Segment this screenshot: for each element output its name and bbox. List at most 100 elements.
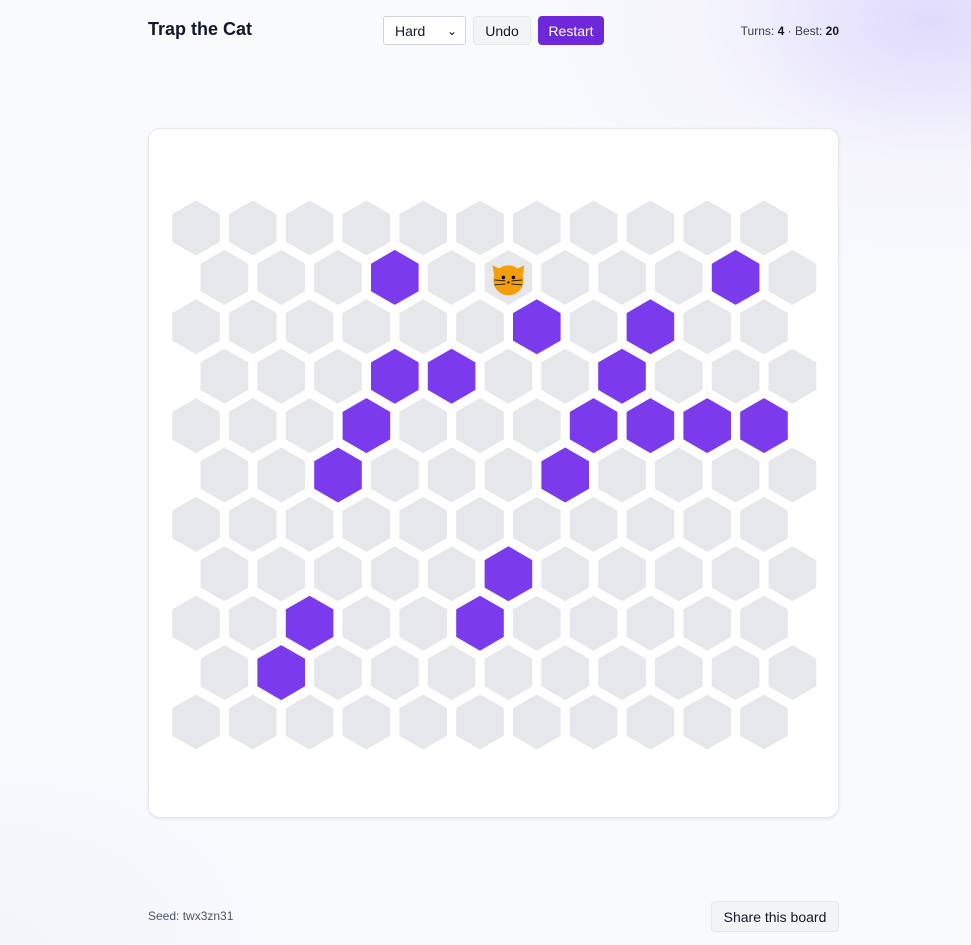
hex-cell[interactable]	[626, 200, 675, 256]
hex-cell[interactable]	[655, 348, 703, 404]
hex-cell[interactable]	[257, 348, 305, 404]
hex-cell[interactable]	[229, 694, 277, 750]
hex-cell[interactable]	[683, 496, 731, 552]
hex-cell[interactable]	[541, 645, 589, 701]
hex-cell[interactable]	[569, 496, 618, 552]
hex-cell[interactable]	[172, 496, 220, 552]
hex-cell[interactable]	[683, 694, 731, 750]
hex-cell[interactable]	[655, 447, 703, 503]
hex-cell[interactable]	[513, 200, 561, 256]
hex-cell[interactable]	[569, 299, 618, 355]
hex-cell[interactable]	[569, 595, 618, 651]
hex-cell[interactable]	[598, 447, 646, 503]
hex-cell[interactable]	[427, 546, 476, 602]
hex-cell[interactable]	[683, 200, 731, 256]
hex-cell[interactable]	[484, 645, 533, 701]
hex-cell[interactable]	[626, 496, 675, 552]
hex-cell[interactable]	[513, 398, 561, 454]
hex-cell[interactable]	[399, 595, 447, 651]
hex-cell[interactable]	[172, 694, 220, 750]
hex-cell[interactable]	[229, 200, 277, 256]
hex-cell[interactable]	[598, 546, 646, 602]
hex-cell[interactable]	[456, 299, 504, 355]
difficulty-select[interactable]: Hard ⌄	[383, 16, 466, 45]
hex-cell[interactable]	[569, 200, 618, 256]
hex-cell[interactable]	[172, 595, 220, 651]
hex-cell[interactable]	[399, 496, 447, 552]
hex-cell[interactable]	[655, 249, 703, 305]
hex-cell[interactable]	[200, 348, 249, 404]
hex-cell[interactable]	[200, 645, 249, 701]
hex-cell[interactable]	[768, 249, 817, 305]
hex-cell[interactable]	[513, 694, 561, 750]
hex-cell[interactable]	[740, 694, 788, 750]
hex-cell[interactable]	[456, 496, 504, 552]
hex-cell[interactable]	[740, 496, 788, 552]
hex-cell[interactable]	[541, 348, 589, 404]
hex-cell[interactable]	[740, 595, 788, 651]
hex-cell[interactable]	[200, 546, 249, 602]
hex-cell[interactable]	[285, 200, 334, 256]
hex-cell[interactable]	[655, 546, 703, 602]
hex-cell[interactable]	[484, 447, 533, 503]
hex-cell[interactable]	[768, 348, 817, 404]
hex-cell[interactable]	[768, 447, 817, 503]
hex-cell[interactable]	[314, 546, 362, 602]
hex-cell[interactable]	[285, 694, 334, 750]
hex-cell[interactable]	[342, 595, 391, 651]
hex-cell[interactable]	[285, 299, 334, 355]
hex-cell[interactable]	[484, 348, 533, 404]
hex-cell[interactable]	[427, 447, 476, 503]
hex-cell[interactable]	[257, 249, 305, 305]
hex-cell[interactable]	[342, 694, 391, 750]
hex-cell[interactable]	[626, 694, 675, 750]
hex-cell[interactable]	[711, 645, 760, 701]
hex-cell[interactable]	[314, 348, 362, 404]
hex-cell[interactable]	[399, 200, 447, 256]
hex-cell[interactable]	[456, 398, 504, 454]
hex-cell[interactable]	[285, 496, 334, 552]
hex-cell[interactable]	[427, 249, 476, 305]
hex-cell[interactable]	[285, 398, 334, 454]
hex-cell[interactable]	[342, 200, 391, 256]
hex-cell[interactable]	[683, 595, 731, 651]
hex-cell[interactable]	[399, 299, 447, 355]
hex-cell[interactable]	[541, 546, 589, 602]
hex-cell[interactable]	[342, 299, 391, 355]
hex-cell[interactable]	[541, 249, 589, 305]
hex-cell[interactable]	[456, 694, 504, 750]
hex-cell[interactable]	[229, 398, 277, 454]
hex-cell[interactable]	[456, 200, 504, 256]
hex-cell[interactable]	[257, 447, 305, 503]
hex-cell[interactable]	[711, 348, 760, 404]
hex-cell[interactable]	[399, 694, 447, 750]
hex-cell[interactable]	[740, 299, 788, 355]
hex-cell[interactable]	[768, 645, 817, 701]
hex-cell[interactable]	[371, 645, 419, 701]
hex-cell[interactable]	[172, 398, 220, 454]
hex-cell[interactable]	[371, 546, 419, 602]
hex-cell[interactable]	[513, 496, 561, 552]
hex-cell[interactable]	[711, 546, 760, 602]
hex-cell[interactable]	[683, 299, 731, 355]
hex-cell[interactable]	[513, 595, 561, 651]
hex-cell[interactable]	[200, 447, 249, 503]
share-board-button[interactable]: Share this board	[711, 901, 839, 932]
undo-button[interactable]: Undo	[473, 16, 531, 45]
hex-cell[interactable]	[229, 299, 277, 355]
hex-cell[interactable]	[655, 645, 703, 701]
hex-cell[interactable]	[598, 645, 646, 701]
hex-cell[interactable]	[200, 249, 249, 305]
hex-cell[interactable]	[229, 496, 277, 552]
hex-cell[interactable]	[229, 595, 277, 651]
restart-button[interactable]: Restart	[538, 16, 604, 45]
hex-cell[interactable]	[768, 546, 817, 602]
hex-cell[interactable]	[711, 447, 760, 503]
hex-cell[interactable]	[172, 200, 220, 256]
hex-cell[interactable]	[314, 645, 362, 701]
hex-cell[interactable]	[314, 249, 362, 305]
hex-cell[interactable]	[371, 447, 419, 503]
hex-cell[interactable]	[342, 496, 391, 552]
hex-cell[interactable]	[569, 694, 618, 750]
hex-cell[interactable]	[257, 546, 305, 602]
